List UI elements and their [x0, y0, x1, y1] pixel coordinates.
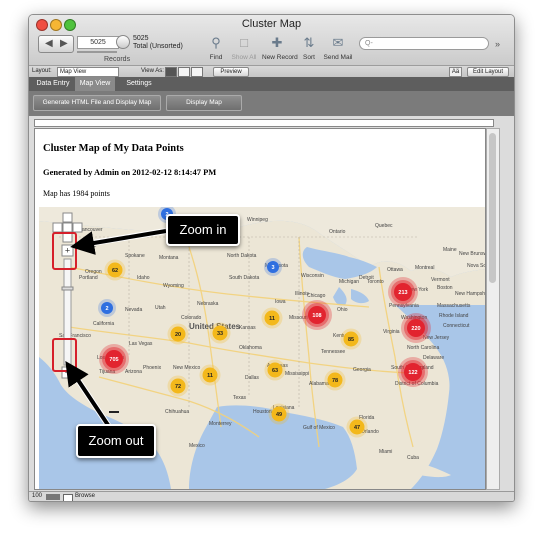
- zoom-out-callout: Zoom out: [76, 424, 156, 458]
- zoom-in-arrow: [70, 229, 167, 255]
- zoom-in-callout: Zoom in: [166, 214, 240, 246]
- annotation-arrows: [65, 228, 167, 430]
- zoom-out-arrow: [65, 361, 112, 430]
